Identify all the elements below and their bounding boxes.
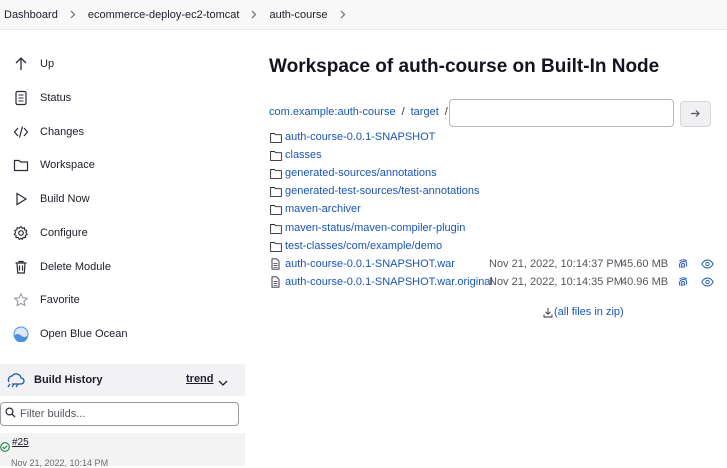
view-eye-icon[interactable] — [701, 257, 714, 269]
play-icon — [12, 190, 30, 208]
chevron-down-icon[interactable] — [218, 374, 228, 392]
file-row: auth-course-0.0.1-SNAPSHOT.war.original — [270, 274, 493, 290]
download-icon — [543, 307, 553, 318]
sidebar-item-label: Status — [40, 92, 72, 104]
sidebar-item-label: Up — [40, 58, 55, 70]
file-link[interactable]: auth-course-0.0.1-SNAPSHOT.war.original — [285, 276, 493, 288]
folder-link[interactable]: classes — [285, 149, 322, 161]
build-row[interactable]: #25 Nov 21, 2022, 10:14 PM — [0, 433, 245, 468]
folder-icon — [270, 167, 283, 179]
trash-icon — [12, 258, 30, 276]
trend-link[interactable]: trend — [186, 373, 214, 385]
folder-row: test-classes/com/example/demo — [270, 238, 442, 254]
folder-icon — [270, 185, 283, 197]
folder-row: maven-status/maven-compiler-plugin — [270, 220, 465, 236]
chevron-right-icon — [251, 10, 257, 19]
sidebar-item-configure[interactable]: Configure — [12, 222, 88, 244]
sidebar-item-label: Delete Module — [40, 261, 111, 273]
folder-link[interactable]: generated-test-sources/test-annotations — [285, 185, 479, 197]
document-icon — [12, 89, 30, 107]
file-date: Nov 21, 2022, 10:14:37 PM — [489, 258, 623, 270]
folder-row: maven-archiver — [270, 201, 361, 217]
filter-builds-field[interactable] — [0, 402, 239, 426]
sidebar-item-label: Workspace — [40, 159, 95, 171]
file-size: 45.60 MB — [621, 258, 669, 270]
path-pattern-input[interactable] — [449, 99, 674, 127]
build-history-header: Build History trend — [0, 364, 245, 396]
folder-link[interactable]: maven-status/maven-compiler-plugin — [285, 222, 465, 234]
folder-icon — [12, 156, 30, 174]
fingerprint-icon[interactable] — [677, 257, 689, 269]
path-separator: / — [401, 106, 405, 118]
file-date: Nov 21, 2022, 10:14:35 PM — [489, 276, 623, 288]
breadcrumb-dashboard[interactable]: Dashboard — [4, 9, 58, 21]
folder-icon — [270, 131, 283, 143]
workspace-path: com.example:auth-course / target / — [269, 106, 454, 118]
folder-icon — [270, 222, 283, 234]
all-files-zip-link[interactable]: (all files in zip) — [554, 306, 624, 318]
build-history-title: Build History — [34, 374, 103, 386]
sidebar-item-label: Favorite — [40, 294, 80, 306]
gear-icon — [12, 224, 30, 242]
folder-link[interactable]: generated-sources/annotations — [285, 167, 437, 179]
path-link-target[interactable]: target — [411, 106, 439, 118]
fingerprint-icon[interactable] — [677, 275, 689, 287]
folder-icon — [270, 240, 283, 252]
sidebar: Up Status Changes Workspace Build Now Co… — [0, 30, 245, 468]
chevron-right-icon — [70, 10, 76, 19]
success-check-icon — [0, 439, 10, 457]
folder-row: generated-sources/annotations — [270, 165, 437, 181]
folder-row: auth-course-0.0.1-SNAPSHOT — [270, 129, 435, 145]
folder-link[interactable]: test-classes/com/example/demo — [285, 240, 442, 252]
star-icon — [12, 291, 30, 309]
breadcrumb-module[interactable]: auth-course — [269, 9, 327, 21]
folder-icon — [270, 149, 283, 161]
sidebar-item-up[interactable]: Up — [12, 53, 54, 75]
breadcrumb-job[interactable]: ecommerce-deploy-ec2-tomcat — [88, 9, 240, 21]
sidebar-item-build-now[interactable]: Build Now — [12, 188, 90, 210]
file-row: auth-course-0.0.1-SNAPSHOT.war — [270, 256, 455, 272]
path-link-module[interactable]: com.example:auth-course — [269, 106, 396, 118]
sidebar-item-favorite[interactable]: Favorite — [12, 289, 80, 311]
folder-icon — [270, 203, 283, 215]
sidebar-item-changes[interactable]: Changes — [12, 121, 84, 143]
file-size: 40.96 MB — [621, 276, 669, 288]
search-icon — [5, 405, 16, 423]
folder-link[interactable]: auth-course-0.0.1-SNAPSHOT — [285, 131, 435, 143]
file-icon — [270, 258, 283, 270]
sidebar-item-label: Configure — [40, 227, 88, 239]
build-history-icon — [4, 369, 26, 391]
sidebar-item-label: Changes — [40, 126, 85, 138]
breadcrumb: Dashboard ecommerce-deploy-ec2-tomcat au… — [0, 0, 727, 30]
filter-builds-input[interactable] — [20, 408, 230, 420]
code-icon — [12, 123, 30, 141]
build-date: Nov 21, 2022, 10:14 PM — [11, 458, 109, 468]
sidebar-item-open-blue-ocean[interactable]: Open Blue Ocean — [12, 323, 127, 345]
folder-row: classes — [270, 147, 322, 163]
sidebar-item-label: Build Now — [40, 193, 90, 205]
folder-link[interactable]: maven-archiver — [285, 203, 361, 215]
sidebar-item-status[interactable]: Status — [12, 87, 71, 109]
arrow-right-icon — [690, 105, 701, 123]
page-title: Workspace of auth-course on Built-In Nod… — [269, 56, 660, 77]
go-button[interactable] — [680, 101, 711, 127]
sidebar-item-label: Open Blue Ocean — [40, 328, 128, 340]
file-link[interactable]: auth-course-0.0.1-SNAPSHOT.war — [285, 258, 455, 270]
file-icon — [270, 276, 283, 288]
folder-row: generated-test-sources/test-annotations — [270, 183, 479, 199]
chevron-right-icon — [340, 10, 346, 19]
view-eye-icon[interactable] — [701, 275, 714, 287]
build-number-link[interactable]: #25 — [12, 437, 29, 448]
sidebar-item-workspace[interactable]: Workspace — [12, 154, 95, 176]
blue-ocean-icon — [12, 325, 30, 343]
download-zip: (all files in zip) — [543, 306, 624, 318]
arrow-up-icon — [12, 55, 30, 73]
sidebar-item-delete-module[interactable]: Delete Module — [12, 256, 111, 278]
path-separator: / — [444, 106, 448, 118]
